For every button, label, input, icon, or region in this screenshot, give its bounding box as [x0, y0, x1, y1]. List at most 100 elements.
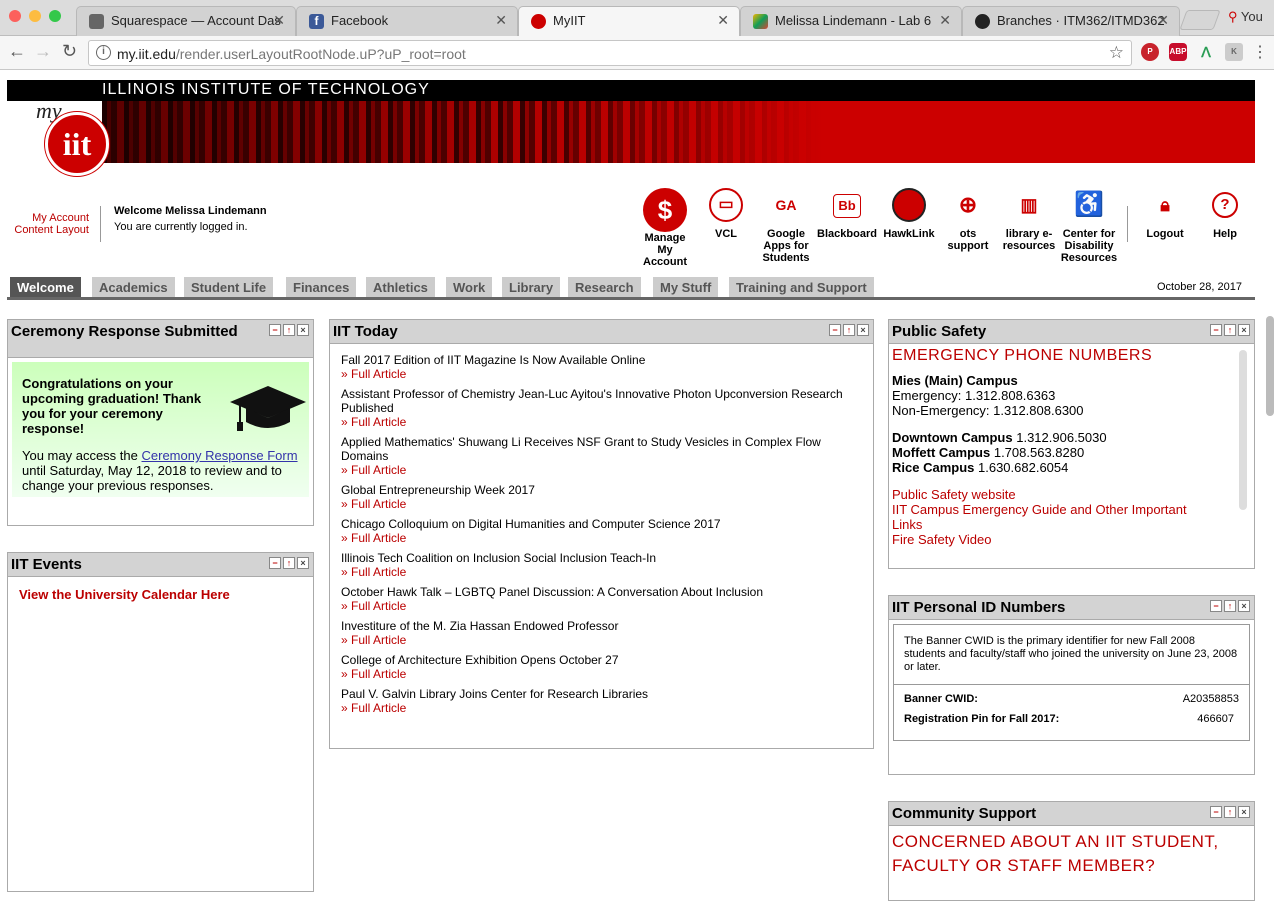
bookmark-star-icon[interactable]: ☆ [1109, 43, 1124, 63]
extension-icon[interactable]: K [1225, 43, 1243, 61]
id-numbers-box: The Banner CWID is the primary identifie… [893, 624, 1250, 741]
tab-finances[interactable]: Finances [286, 277, 357, 297]
forward-arrow-icon[interactable]: → [34, 41, 52, 62]
close-icon[interactable]: × [1238, 600, 1250, 612]
help-button[interactable]: ? Help [1202, 188, 1248, 240]
codepen-icon [753, 14, 768, 29]
close-window-button[interactable] [9, 10, 21, 22]
maximize-icon[interactable]: ↑ [1224, 806, 1236, 818]
close-tab-icon[interactable]: ✕ [717, 12, 729, 29]
reload-icon[interactable]: ↻ [62, 41, 77, 62]
portlet-header: Ceremony Response Submitted − ↑ × [8, 320, 313, 358]
full-article-link[interactable]: » Full Article [341, 565, 862, 579]
browser-tab-codepen[interactable]: Melissa Lindemann - Lab 6 ✕ [740, 6, 962, 36]
zoom-window-button[interactable] [49, 10, 61, 22]
tab-my-stuff[interactable]: My Stuff [653, 277, 719, 297]
tab-training-support[interactable]: Training and Support [729, 277, 874, 297]
menu-icon[interactable]: ⋮ [1252, 42, 1268, 62]
fire-safety-video-link[interactable]: Fire Safety Video [892, 532, 1250, 547]
university-calendar-link[interactable]: View the University Calendar Here [19, 587, 302, 602]
divider [1127, 206, 1128, 242]
full-article-link[interactable]: » Full Article [341, 497, 862, 511]
back-arrow-icon[interactable]: ← [8, 41, 26, 62]
minimize-icon[interactable]: − [829, 324, 841, 336]
emergency-guide-link[interactable]: IIT Campus Emergency Guide and Other Imp… [892, 502, 1212, 532]
address-bar[interactable]: i my.iit.edu/render.userLayoutRootNode.u… [88, 40, 1132, 66]
profile-button[interactable]: ⚲ You [1228, 9, 1263, 25]
page-scrollbar[interactable] [1266, 316, 1274, 416]
close-icon[interactable]: × [857, 324, 869, 336]
minimize-icon[interactable]: − [1210, 600, 1222, 612]
maximize-icon[interactable]: ↑ [283, 557, 295, 569]
tab-athletics[interactable]: Athletics [366, 277, 435, 297]
close-icon[interactable]: × [1238, 806, 1250, 818]
full-article-link[interactable]: » Full Article [341, 415, 862, 429]
close-tab-icon[interactable]: ✕ [495, 12, 507, 29]
quick-link-hawklink[interactable]: HawkLink [880, 188, 938, 240]
quick-link-label: VCL [715, 228, 737, 240]
close-icon[interactable]: × [1238, 324, 1250, 336]
minimize-window-button[interactable] [29, 10, 41, 22]
pinterest-icon[interactable]: P [1141, 43, 1159, 61]
new-tab-button[interactable] [1179, 10, 1221, 30]
tab-welcome[interactable]: Welcome [10, 277, 81, 297]
maximize-icon[interactable]: ↑ [1224, 324, 1236, 336]
full-article-link[interactable]: » Full Article [341, 599, 862, 613]
myiit-logo[interactable]: iit [45, 112, 109, 176]
quick-link-disability[interactable]: ♿ Center for Disability Resources [1058, 188, 1120, 265]
full-article-link[interactable]: » Full Article [341, 367, 862, 381]
tab-title: Facebook [331, 13, 389, 28]
full-article-link[interactable]: » Full Article [341, 531, 862, 545]
campus-phone: Moffett Campus 1.708.563.8280 [892, 445, 1250, 460]
help-icon: ? [1212, 192, 1238, 218]
portlet-scrollbar[interactable] [1239, 350, 1247, 510]
tab-library[interactable]: Library [502, 277, 561, 297]
full-article-link[interactable]: » Full Article [341, 701, 862, 715]
logout-button[interactable]: 🔒︎ Logout [1140, 188, 1190, 240]
campus-phone-number: 1.630.682.6054 [978, 460, 1069, 475]
close-tab-icon[interactable]: ✕ [1157, 12, 1169, 29]
ceremony-response-form-link[interactable]: Ceremony Response Form [142, 448, 298, 463]
tab-academics[interactable]: Academics [92, 277, 175, 297]
quick-link-ots-support[interactable]: ⊕ ots support [944, 188, 992, 253]
browser-tab-squarespace[interactable]: Squarespace — Account Das ✕ [76, 6, 296, 36]
minimize-icon[interactable]: − [1210, 324, 1222, 336]
browser-tab-github[interactable]: Branches · ITM362/ITMD362 ✕ [962, 6, 1180, 36]
minimize-icon[interactable]: − [269, 324, 281, 336]
close-tab-icon[interactable]: ✕ [939, 12, 951, 29]
close-icon[interactable]: × [297, 324, 309, 336]
content-layout-link[interactable]: Content Layout [7, 224, 89, 236]
browser-tab-myiit[interactable]: MyIIT ✕ [518, 6, 740, 37]
tab-work[interactable]: Work [446, 277, 493, 297]
quick-link-vcl[interactable]: ▭ VCL [703, 188, 749, 240]
my-account-link[interactable]: My Account [7, 212, 89, 224]
portlet-title: Community Support [892, 805, 1037, 822]
news-item: Paul V. Galvin Library Joins Center for … [341, 687, 862, 715]
tab-research[interactable]: Research [568, 277, 641, 297]
tab-student-life[interactable]: Student Life [184, 277, 274, 297]
adblock-plus-icon[interactable]: ABP [1169, 43, 1187, 61]
minimize-icon[interactable]: − [1210, 806, 1222, 818]
drive-extension-icon[interactable]: ᐱ [1197, 43, 1215, 61]
maximize-icon[interactable]: ↑ [283, 324, 295, 336]
full-article-link[interactable]: » Full Article [341, 463, 862, 477]
news-title: Paul V. Galvin Library Joins Center for … [341, 687, 649, 701]
public-safety-website-link[interactable]: Public Safety website [892, 487, 1250, 502]
close-tab-icon[interactable]: ✕ [273, 12, 285, 29]
quick-link-manage-account[interactable]: $ Manage My Account [638, 188, 692, 268]
quick-link-blackboard[interactable]: Bb Blackboard [814, 188, 880, 240]
minimize-icon[interactable]: − [269, 557, 281, 569]
close-icon[interactable]: × [297, 557, 309, 569]
quick-link-google-apps[interactable]: GA Google Apps for Students [758, 188, 814, 264]
full-article-link[interactable]: » Full Article [341, 667, 862, 681]
site-info-icon[interactable]: i [96, 45, 111, 60]
maximize-icon[interactable]: ↑ [843, 324, 855, 336]
maximize-icon[interactable]: ↑ [1224, 600, 1236, 612]
browser-tab-facebook[interactable]: f Facebook ✕ [296, 6, 518, 36]
quick-link-library[interactable]: ▥ library e-resources [1000, 188, 1058, 252]
emergency-numbers-heading: EMERGENCY PHONE NUMBERS [892, 347, 1153, 364]
full-article-link[interactable]: » Full Article [341, 633, 862, 647]
news-list: Fall 2017 Edition of IIT Magazine Is Now… [330, 344, 873, 715]
campus-phone: Downtown Campus 1.312.906.5030 [892, 430, 1250, 445]
portal-tabs: Welcome Academics Student Life Finances … [7, 277, 1255, 300]
